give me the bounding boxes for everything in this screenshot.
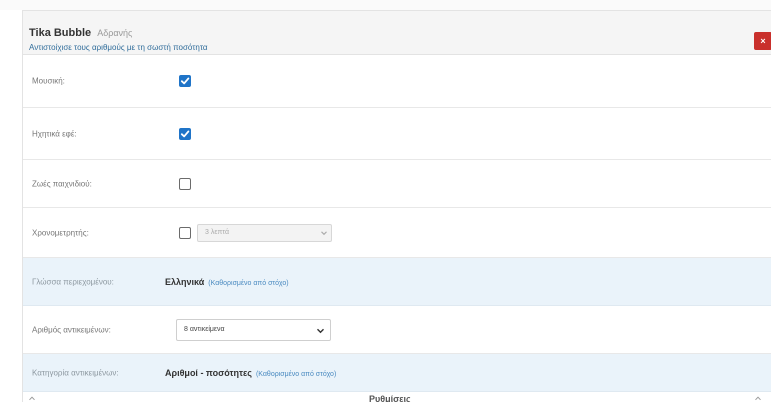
check-icon bbox=[180, 77, 190, 85]
count-select[interactable]: 8 αντικείμενα bbox=[176, 318, 331, 341]
setting-row-lives: Ζωές παιχνιδιού: bbox=[23, 160, 771, 208]
chevron-down-icon bbox=[317, 328, 324, 333]
setting-row-sfx: Ηχητικά εφέ: bbox=[23, 108, 771, 160]
language-label: Γλώσσα περιεχομένου: bbox=[32, 277, 114, 286]
setting-row-language: Γλώσσα περιεχομένου: Ελληνικά (Καθορισμέν… bbox=[23, 258, 771, 306]
settings-panel: Tika Bubble Αδρανής Αντιστοίχισε τους αρ… bbox=[22, 10, 771, 402]
category-label: Κατηγορία αντικειμένων: bbox=[32, 368, 119, 377]
panel-title: Tika Bubble Αδρανής bbox=[29, 27, 132, 39]
game-description: Αντιστοίχισε τους αριθμούς με τη σωστή π… bbox=[29, 43, 208, 52]
timer-checkbox[interactable] bbox=[179, 226, 191, 239]
category-note: (Καθορισμένο από στόχο) bbox=[255, 370, 337, 378]
music-label: Μουσική: bbox=[32, 76, 65, 86]
setting-row-category: Κατηγορία αντικειμένων: Αριθμοί - ποσότη… bbox=[23, 354, 771, 392]
setting-row-count: Αριθμός αντικειμένων: 8 αντικείμενα bbox=[23, 306, 771, 354]
sfx-checkbox[interactable] bbox=[179, 127, 191, 140]
lives-checkbox[interactable] bbox=[179, 177, 191, 190]
sfx-label: Ηχητικά εφέ: bbox=[32, 129, 77, 138]
chevron-up-icon[interactable] bbox=[28, 395, 36, 401]
language-value-group: Ελληνικά (Καθορισμένο από στόχο) bbox=[165, 277, 289, 287]
language-value: Ελληνικά bbox=[165, 276, 205, 287]
timer-select[interactable]: 3 λεπτά bbox=[197, 223, 332, 242]
game-status: Αδρανής bbox=[97, 28, 133, 38]
count-label: Αριθμός αντικειμένων: bbox=[32, 325, 111, 334]
chevron-down-icon bbox=[321, 230, 327, 235]
game-title: Tika Bubble bbox=[29, 27, 92, 39]
chevron-up-icon[interactable] bbox=[754, 395, 762, 401]
language-note: (Καθορισμένο από στόχο) bbox=[208, 279, 289, 287]
timer-select-value: 3 λεπτά bbox=[205, 228, 230, 236]
count-select-value: 8 αντικείμενα bbox=[184, 325, 225, 333]
category-value: Αριθμοί - ποσότητες bbox=[165, 367, 252, 378]
settings-footer: Ρυθμίσεις bbox=[23, 392, 771, 402]
settings-footer-title[interactable]: Ρυθμίσεις bbox=[369, 394, 411, 402]
setting-row-timer: Χρονομετρητής: 3 λεπτά bbox=[23, 208, 771, 258]
timer-label: Χρονομετρητής: bbox=[32, 228, 89, 237]
music-checkbox[interactable] bbox=[179, 75, 191, 87]
check-icon bbox=[180, 130, 190, 137]
category-value-group: Αριθμοί - ποσότητες (Καθορισμένο από στόχ… bbox=[165, 368, 336, 378]
lives-label: Ζωές παιχνιδιού: bbox=[32, 179, 92, 188]
panel-header: Tika Bubble Αδρανής Αντιστοίχισε τους αρ… bbox=[23, 11, 771, 55]
close-button[interactable]: × bbox=[754, 32, 771, 50]
top-strip bbox=[0, 0, 771, 10]
setting-row-music: Μουσική: bbox=[23, 55, 771, 108]
